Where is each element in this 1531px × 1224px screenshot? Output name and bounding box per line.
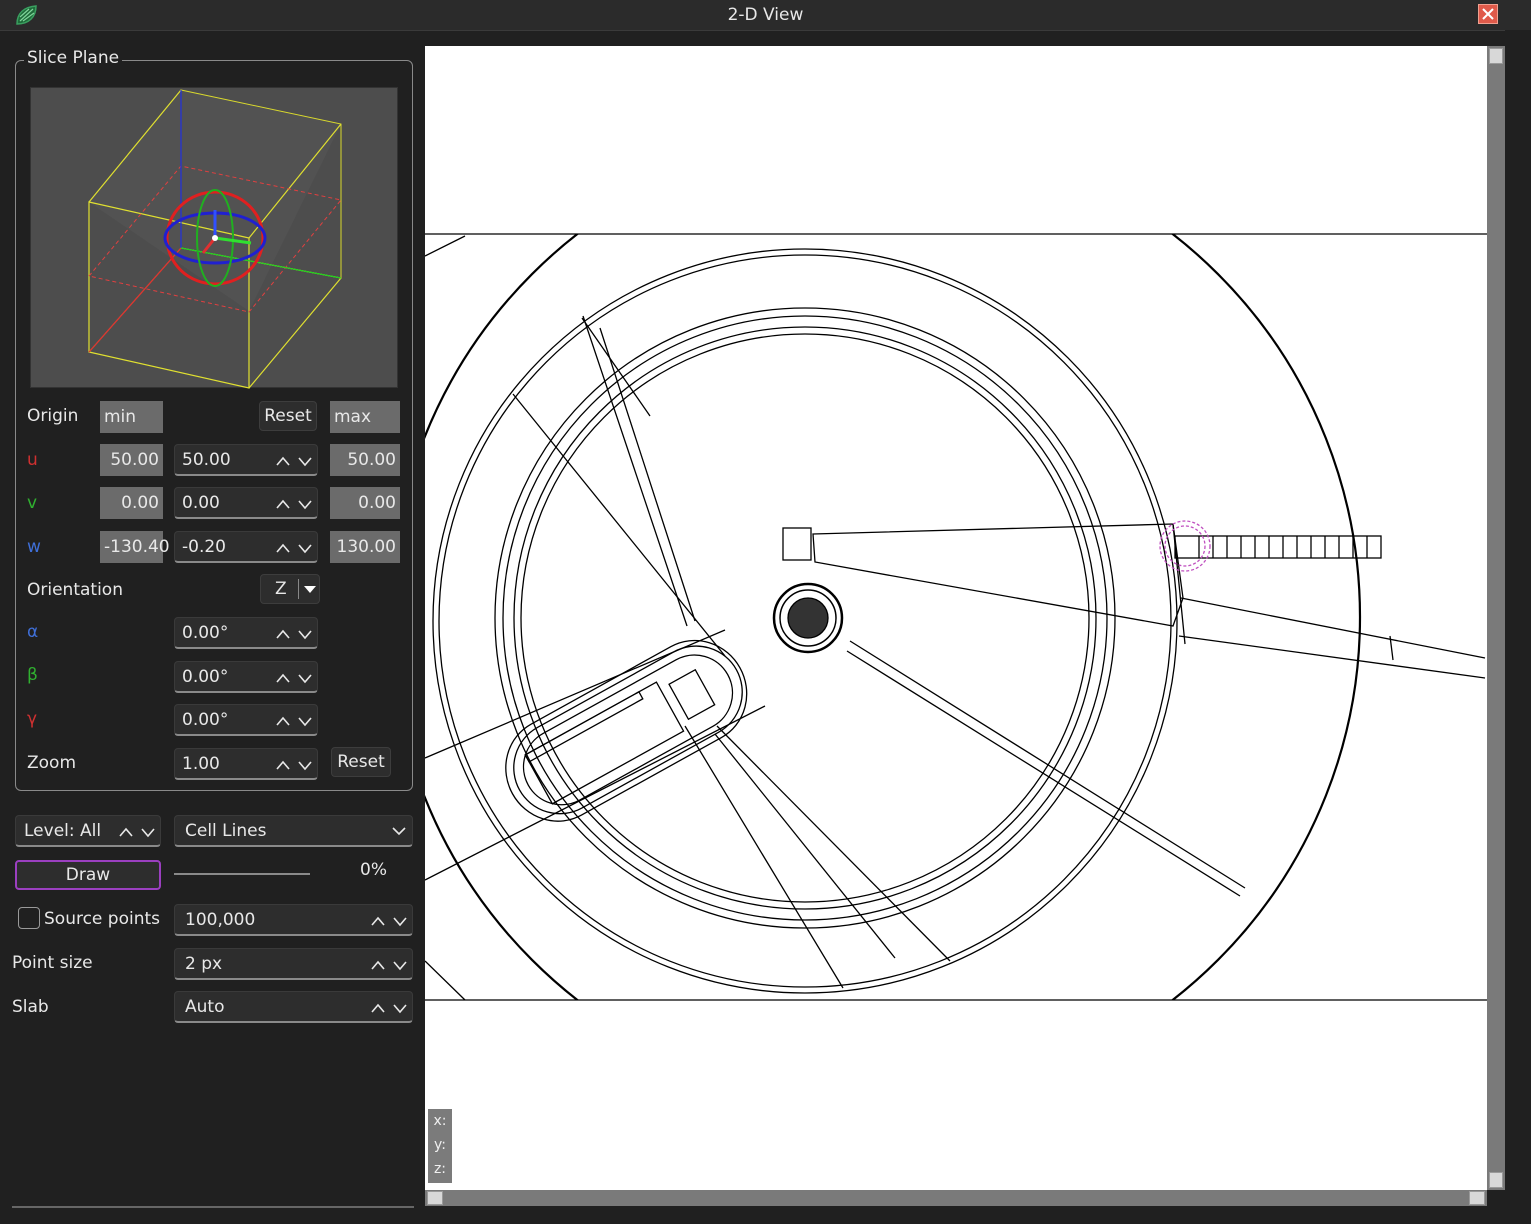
point-size-value: 2 px [185, 954, 223, 974]
level-value: Level: All [24, 821, 102, 841]
source-points-label: Source points [44, 909, 161, 929]
min-header: min [100, 401, 163, 433]
source-points-spinbox[interactable]: 100,000 [174, 904, 413, 936]
render-mode-value: Cell Lines [185, 821, 267, 841]
close-button[interactable] [1478, 4, 1498, 24]
close-icon [1482, 8, 1494, 20]
w-label: w [27, 537, 41, 557]
slice-view-canvas[interactable] [425, 46, 1487, 1190]
w-max-value: 130.00 [330, 531, 400, 563]
horizontal-scrollbar[interactable] [425, 1190, 1487, 1206]
progress-text: 0% [360, 860, 387, 880]
scroll-up-button[interactable] [1489, 48, 1503, 64]
scroll-right-button[interactable] [1469, 1191, 1485, 1205]
slab-value: Auto [185, 997, 225, 1017]
tick-marks [1198, 536, 1368, 558]
u-max-value: 50.00 [330, 444, 400, 476]
spin-arrows-icon[interactable] [370, 1001, 408, 1015]
slice-plane-preview[interactable] [30, 87, 398, 389]
spin-arrows-icon[interactable] [118, 825, 156, 839]
progress-bar [174, 873, 310, 875]
coord-z: z: [433, 1161, 447, 1177]
gamma-value: 0.00° [182, 710, 229, 730]
chevron-down-icon [392, 827, 406, 836]
gamma-label: γ [27, 709, 38, 729]
point-size-label: Point size [12, 953, 93, 973]
max-header: max [330, 401, 400, 433]
spin-arrows-icon[interactable] [275, 627, 313, 641]
point-size-spinbox[interactable]: 2 px [174, 948, 413, 980]
chevron-down-icon [304, 586, 316, 593]
arm-wedge [812, 523, 1184, 627]
w-spinbox[interactable]: -0.20 [174, 531, 318, 563]
outer-vessel-circle [425, 234, 1361, 1000]
u-min-value: 50.00 [100, 444, 163, 476]
spin-arrows-icon[interactable] [275, 497, 313, 511]
draw-button[interactable]: Draw [15, 860, 161, 890]
w-min-value: -130.40 [100, 531, 170, 563]
level-spinbox[interactable]: Level: All [15, 815, 161, 847]
origin-label: Origin [27, 406, 79, 426]
orientation-value: Z [275, 579, 287, 599]
title-bar: 2-D View [0, 0, 1531, 31]
orientation-label: Orientation [27, 580, 123, 600]
source-points-checkbox[interactable] [18, 907, 40, 929]
panel-divider [12, 1206, 414, 1208]
v-label: v [27, 493, 38, 513]
beta-spinbox[interactable]: 0.00° [174, 661, 318, 693]
v-max-value: 0.00 [330, 487, 400, 519]
origin-reset-button[interactable]: Reset [259, 401, 317, 431]
u-value: 50.00 [182, 450, 231, 470]
render-mode-dropdown[interactable]: Cell Lines [174, 815, 413, 847]
beta-label: β [27, 665, 38, 685]
orientation-dropdown[interactable]: Z [260, 574, 320, 604]
scroll-down-button[interactable] [1489, 1172, 1503, 1188]
zoom-label: Zoom [27, 753, 77, 773]
u-label: u [27, 450, 38, 470]
slab-spinbox[interactable]: Auto [174, 991, 413, 1023]
small-square [782, 527, 812, 561]
spin-arrows-icon[interactable] [275, 714, 313, 728]
dropdown-divider [298, 579, 299, 599]
spin-arrows-icon[interactable] [275, 454, 313, 468]
zoom-spinbox[interactable]: 1.00 [174, 748, 318, 780]
orientation-gizmo [88, 89, 342, 389]
vertical-scrollbar[interactable] [1487, 46, 1505, 1190]
coordinate-readout: x: y: z: [428, 1109, 452, 1183]
alpha-label: α [27, 622, 39, 642]
alpha-value: 0.00° [182, 623, 229, 643]
gamma-spinbox[interactable]: 0.00° [174, 704, 318, 736]
coord-y: y: [434, 1137, 446, 1153]
source-points-value: 100,000 [185, 910, 256, 930]
slab-label: Slab [12, 997, 49, 1017]
window-border [1505, 30, 1531, 1224]
w-value: -0.20 [182, 537, 226, 557]
zoom-value: 1.00 [182, 754, 220, 774]
beta-value: 0.00° [182, 667, 229, 687]
zoom-reset-button[interactable]: Reset [331, 747, 391, 777]
geometry-drawing [425, 233, 1487, 1001]
coord-x: x: [433, 1113, 447, 1129]
window-title: 2-D View [727, 5, 804, 25]
spin-arrows-icon[interactable] [275, 758, 313, 772]
spin-arrows-icon[interactable] [370, 914, 408, 928]
spin-arrows-icon[interactable] [275, 671, 313, 685]
spin-arrows-icon[interactable] [275, 541, 313, 555]
tick-strip [1174, 535, 1382, 559]
alpha-spinbox[interactable]: 0.00° [174, 617, 318, 649]
highlight-circle [1159, 520, 1211, 572]
v-spinbox[interactable]: 0.00 [174, 487, 318, 519]
spoke [581, 317, 651, 417]
u-spinbox[interactable]: 50.00 [174, 444, 318, 476]
spin-arrows-icon[interactable] [370, 958, 408, 972]
scroll-left-button[interactable] [427, 1191, 443, 1205]
v-min-value: 0.00 [100, 487, 163, 519]
slice-plane-title: Slice Plane [24, 48, 123, 68]
v-value: 0.00 [182, 493, 220, 513]
